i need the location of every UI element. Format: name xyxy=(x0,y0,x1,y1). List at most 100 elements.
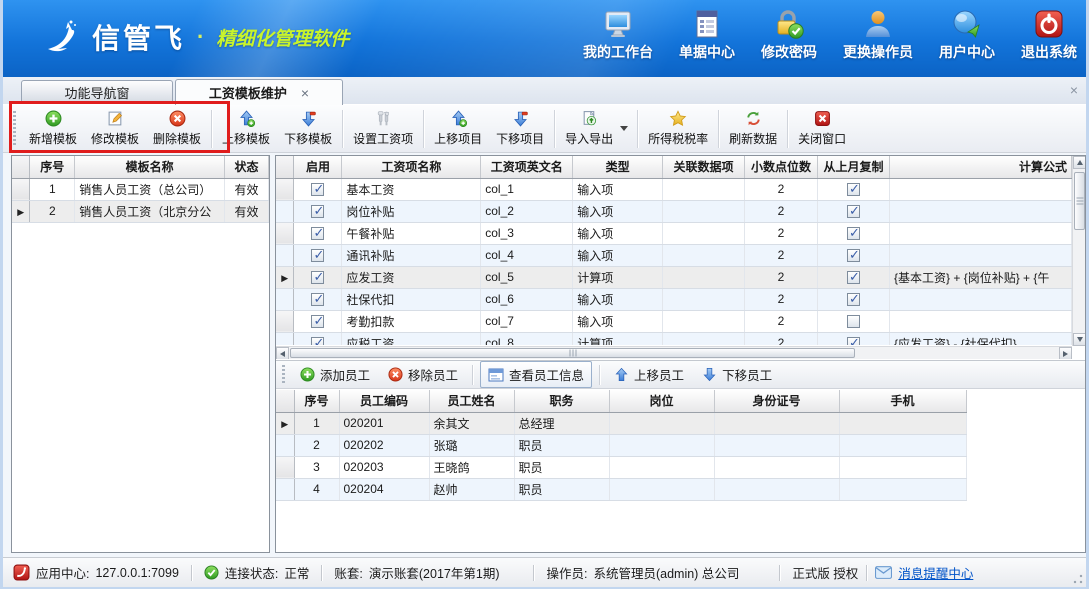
cell-id[interactable] xyxy=(714,412,839,434)
cell-id[interactable] xyxy=(714,478,839,500)
salary-item-row[interactable]: 通讯补贴 col_4 输入项 2 xyxy=(276,244,1072,266)
col-header[interactable]: 类型 xyxy=(573,156,663,178)
cell-en-name[interactable]: col_6 xyxy=(481,288,573,310)
enabled-checkbox[interactable] xyxy=(311,315,324,328)
scroll-left-icon[interactable] xyxy=(276,347,289,359)
col-header[interactable]: 工资项英文名 xyxy=(481,156,573,178)
col-header[interactable]: 启用 xyxy=(294,156,342,178)
employee-row[interactable]: 3 020203 王晓鸽 职员 xyxy=(276,456,966,478)
cell-code[interactable]: 020201 xyxy=(339,412,429,434)
cell-no[interactable]: 1 xyxy=(294,412,339,434)
cell-name[interactable]: 赵帅 xyxy=(429,478,514,500)
copy-prev-checkbox[interactable] xyxy=(847,249,860,262)
col-header[interactable]: 从上月复制 xyxy=(818,156,890,178)
import-export-button[interactable]: 导入导出 xyxy=(558,107,620,150)
cell-type[interactable]: 输入项 xyxy=(573,244,663,266)
move-down-employee-button[interactable]: 下移员工 xyxy=(695,362,779,387)
row-selector[interactable] xyxy=(12,200,30,222)
cell-formula[interactable]: {应发工资} - {社保代扣} xyxy=(890,332,1072,345)
scroll-up-icon[interactable] xyxy=(1073,156,1085,169)
cell-id[interactable] xyxy=(714,456,839,478)
salary-item-row[interactable]: 社保代扣 col_6 输入项 2 xyxy=(276,288,1072,310)
cell-phone[interactable] xyxy=(839,478,966,500)
row-selector[interactable] xyxy=(276,412,294,434)
move-down-template-button[interactable]: 下移模板 xyxy=(277,107,339,150)
col-header[interactable]: 手机 xyxy=(839,390,966,412)
view-employee-info-button[interactable]: 查看员工信息 xyxy=(480,361,592,388)
cell-en-name[interactable]: col_8 xyxy=(481,332,573,345)
salary-item-row[interactable]: 基本工资 col_1 输入项 2 xyxy=(276,178,1072,200)
cell-no[interactable]: 1 xyxy=(30,178,75,200)
cell-en-name[interactable]: col_7 xyxy=(481,310,573,332)
enabled-checkbox[interactable] xyxy=(311,337,324,345)
col-header[interactable]: 岗位 xyxy=(609,390,714,412)
row-selector[interactable] xyxy=(276,178,294,200)
col-header[interactable]: 职务 xyxy=(514,390,609,412)
cell-item-name[interactable]: 通讯补贴 xyxy=(342,244,481,266)
col-header[interactable]: 员工姓名 xyxy=(429,390,514,412)
cell-linked[interactable] xyxy=(663,310,745,332)
copy-prev-checkbox[interactable] xyxy=(847,293,860,306)
cell-code[interactable]: 020204 xyxy=(339,478,429,500)
cell-item-name[interactable]: 基本工资 xyxy=(342,178,481,200)
toolbar-grip[interactable] xyxy=(282,365,285,385)
cell-en-name[interactable]: col_2 xyxy=(481,200,573,222)
cell-formula[interactable] xyxy=(890,310,1072,332)
cell-no[interactable]: 2 xyxy=(294,434,339,456)
move-up-template-button[interactable]: 上移模板 xyxy=(215,107,277,150)
cell-decimals[interactable]: 2 xyxy=(745,332,818,345)
move-up-item-button[interactable]: 上移项目 xyxy=(427,107,489,150)
cell-type[interactable]: 输入项 xyxy=(573,288,663,310)
enabled-checkbox[interactable] xyxy=(311,271,324,284)
scroll-down-icon[interactable] xyxy=(1073,333,1085,346)
nav-document-center[interactable]: 单据中心 xyxy=(679,8,735,62)
cell-no[interactable]: 3 xyxy=(294,456,339,478)
employee-row[interactable]: 1 020201 余其文 总经理 xyxy=(276,412,966,434)
row-selector[interactable] xyxy=(276,266,294,288)
salary-item-row[interactable]: 岗位补贴 col_2 输入项 2 xyxy=(276,200,1072,222)
row-selector[interactable] xyxy=(276,332,294,345)
cell-linked[interactable] xyxy=(663,244,745,266)
cell-decimals[interactable]: 2 xyxy=(745,288,818,310)
cell-decimals[interactable]: 2 xyxy=(745,310,818,332)
move-down-item-button[interactable]: 下移项目 xyxy=(489,107,551,150)
cell-formula[interactable] xyxy=(890,244,1072,266)
col-header[interactable]: 序号 xyxy=(30,156,75,178)
copy-prev-checkbox[interactable] xyxy=(847,315,860,328)
copy-prev-checkbox[interactable] xyxy=(847,205,860,218)
row-selector[interactable] xyxy=(276,244,294,266)
col-header[interactable]: 员工编码 xyxy=(339,390,429,412)
cell-en-name[interactable]: col_5 xyxy=(481,266,573,288)
cell-title[interactable]: 职员 xyxy=(514,434,609,456)
cell-decimals[interactable]: 2 xyxy=(745,266,818,288)
nav-my-workspace[interactable]: 我的工作台 xyxy=(583,8,653,62)
cell-status[interactable]: 有效 xyxy=(225,178,269,200)
cell-post[interactable] xyxy=(609,478,714,500)
cell-item-name[interactable]: 岗位补贴 xyxy=(342,200,481,222)
copy-prev-checkbox[interactable] xyxy=(847,271,860,284)
cell-name[interactable]: 销售人员工资（北京分公 xyxy=(75,200,225,222)
salary-item-row[interactable]: 应税工资 col_8 计算项 2 {应发工资} - {社保代扣} xyxy=(276,332,1072,345)
row-selector[interactable] xyxy=(276,478,294,500)
cell-status[interactable]: 有效 xyxy=(225,200,269,222)
col-header[interactable]: 计算公式 xyxy=(890,156,1072,178)
cell-post[interactable] xyxy=(609,456,714,478)
resize-grip-icon[interactable] xyxy=(1073,574,1083,584)
copy-prev-checkbox[interactable] xyxy=(847,337,860,345)
tab-close-icon[interactable]: × xyxy=(301,85,309,101)
col-header[interactable]: 小数点位数 xyxy=(745,156,818,178)
cell-phone[interactable] xyxy=(839,412,966,434)
copy-prev-checkbox[interactable] xyxy=(847,227,860,240)
cell-en-name[interactable]: col_4 xyxy=(481,244,573,266)
cell-formula[interactable]: {基本工资} + {岗位补贴} + {午 xyxy=(890,266,1072,288)
salary-item-row[interactable]: 应发工资 col_5 计算项 2 {基本工资} + {岗位补贴} + {午 xyxy=(276,266,1072,288)
cell-title[interactable]: 职员 xyxy=(514,456,609,478)
tabstrip-close-icon[interactable]: × xyxy=(1070,82,1078,98)
cell-formula[interactable] xyxy=(890,222,1072,244)
toolbar-grip[interactable] xyxy=(13,111,16,147)
row-selector[interactable] xyxy=(276,200,294,222)
enabled-checkbox[interactable] xyxy=(311,183,324,196)
close-window-button[interactable]: 关闭窗口 xyxy=(791,107,853,150)
cell-code[interactable]: 020202 xyxy=(339,434,429,456)
employee-row[interactable]: 4 020204 赵帅 职员 xyxy=(276,478,966,500)
